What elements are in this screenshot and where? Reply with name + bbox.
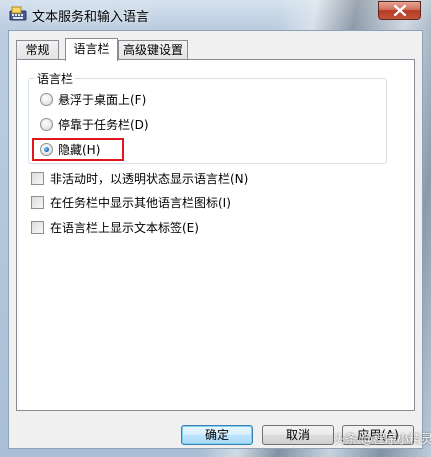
radio-label: 停靠于任务栏(D) bbox=[58, 118, 149, 132]
checkbox[interactable] bbox=[31, 196, 44, 209]
tab-panel-language-bar: 语言栏 悬浮于桌面上(F) 停靠于任务栏(D) 隐藏(H) 非活动时，以透明状态… bbox=[16, 59, 415, 411]
tab-language-bar[interactable]: 语言栏 bbox=[65, 38, 118, 61]
watermark-text: 头条 @程序小精灵 bbox=[333, 432, 431, 446]
radio-label: 悬浮于桌面上(F) bbox=[58, 93, 147, 107]
radio-button[interactable] bbox=[40, 118, 53, 131]
radio-label: 隐藏(H) bbox=[58, 143, 101, 157]
checkbox[interactable] bbox=[31, 172, 44, 185]
group-label: 语言栏 bbox=[35, 70, 76, 87]
checkbox-label: 非活动时，以透明状态显示语言栏(N) bbox=[50, 172, 249, 186]
close-icon bbox=[393, 4, 406, 17]
window-title: 文本服务和输入语言 bbox=[32, 10, 150, 25]
cancel-button[interactable]: 取消 bbox=[262, 425, 334, 445]
app-icon bbox=[9, 6, 27, 22]
language-bar-groupbox: 语言栏 悬浮于桌面上(F) 停靠于任务栏(D) 隐藏(H) bbox=[28, 70, 387, 164]
checkbox-label: 在任务栏中显示其他语言栏图标(I) bbox=[50, 196, 231, 210]
ok-button[interactable]: 确定 bbox=[181, 425, 253, 445]
checkbox-label: 在语言栏上显示文本标签(E) bbox=[50, 221, 199, 235]
tab-advanced-key-settings[interactable]: 高级键设置 bbox=[118, 40, 188, 59]
tab-general[interactable]: 常规 bbox=[16, 40, 59, 59]
radio-button[interactable] bbox=[40, 93, 53, 106]
close-button[interactable] bbox=[378, 1, 421, 20]
title-bar[interactable]: 文本服务和输入语言 bbox=[0, 0, 431, 28]
dialog-client-area: 常规 语言栏 高级键设置 语言栏 悬浮于桌面上(F) 停靠于任务栏(D) 隐藏(… bbox=[8, 30, 423, 449]
checkbox[interactable] bbox=[31, 221, 44, 234]
radio-button-selected[interactable] bbox=[40, 143, 53, 156]
